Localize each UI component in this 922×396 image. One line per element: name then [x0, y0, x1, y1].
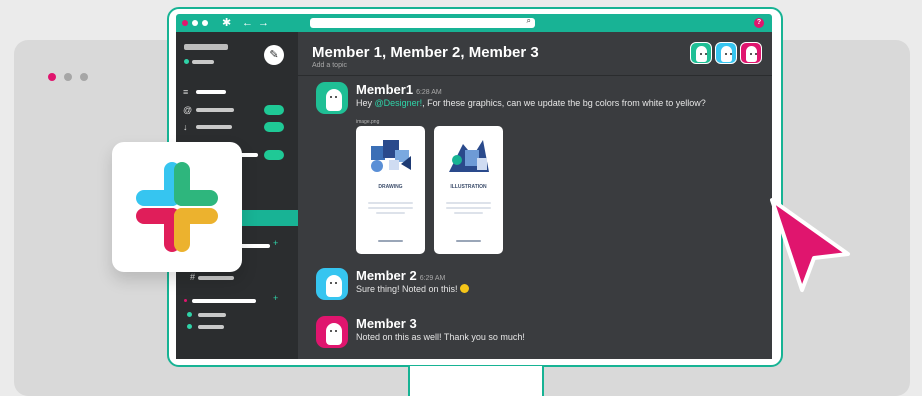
compose-icon[interactable]: ✎: [264, 45, 284, 65]
image-attachment[interactable]: ILLUSTRATION: [434, 126, 503, 254]
history-arrows[interactable]: ←→: [242, 16, 274, 30]
card-label: DRAWING: [378, 184, 403, 190]
unread-badge: [264, 150, 284, 160]
status-dot: [184, 299, 187, 302]
message-text: Hey @Designer!, For these graphics, can …: [356, 98, 706, 108]
card-footer: [456, 240, 481, 242]
sidebar-item-saved[interactable]: [196, 125, 232, 129]
card-label: ILLUSTRATION: [450, 184, 487, 190]
unread-badge: [264, 122, 284, 132]
text-line: [454, 212, 483, 214]
presence-dot: [184, 59, 189, 64]
avatar[interactable]: [690, 42, 712, 64]
hash-icon: #: [190, 272, 196, 282]
message-time: 6:28 AM: [416, 89, 442, 96]
message-author[interactable]: Member 2 6:29 AM: [356, 268, 445, 283]
slack-logo-tile: [112, 142, 242, 272]
text-line: [368, 207, 413, 209]
message-text: Noted on this as well! Thank you so much…: [356, 332, 525, 342]
card-footer: [378, 240, 403, 242]
window-controls[interactable]: [182, 20, 208, 26]
mention[interactable]: @Designer!: [375, 98, 423, 108]
sidebar-item-dm[interactable]: [198, 325, 224, 329]
text-line: [368, 202, 413, 204]
text-line: [446, 207, 491, 209]
avatar[interactable]: [316, 268, 348, 300]
sidebar-item-threads[interactable]: [196, 90, 226, 94]
search-input[interactable]: ⌕: [310, 16, 535, 28]
sidebar-item-channel[interactable]: [198, 276, 234, 280]
presence-dot: [187, 312, 192, 317]
saved-icon: ↓: [183, 122, 188, 132]
image-attachment[interactable]: DRAWING: [356, 126, 425, 254]
search-icon: ⌕: [526, 16, 531, 25]
workspace-name[interactable]: [184, 44, 228, 50]
text-line: [446, 202, 491, 204]
illustration-art: [449, 140, 489, 172]
unread-badge: [264, 105, 284, 115]
slack-logo-icon: [136, 162, 218, 252]
threads-icon: ≡: [183, 87, 189, 97]
sidebar-item-dm[interactable]: [192, 299, 256, 303]
avatar[interactable]: [715, 42, 737, 64]
avatar[interactable]: [316, 82, 348, 114]
message-author[interactable]: Member 3: [356, 316, 417, 331]
conversation-pane: Member 1, Member 2, Member 3 Add a topic…: [298, 32, 772, 359]
back-arrow-icon[interactable]: ←: [242, 17, 258, 29]
avatar[interactable]: [740, 42, 762, 64]
user-name: [192, 60, 214, 64]
drawing-illustration: [371, 140, 411, 172]
background-window-controls: [48, 73, 88, 81]
message-author[interactable]: Member1 6:28 AM: [356, 82, 442, 97]
channel-topic[interactable]: Add a topic: [312, 62, 347, 69]
channel-title[interactable]: Member 1, Member 2, Member 3: [312, 44, 539, 61]
text-line: [376, 212, 405, 214]
app-titlebar: ✱ ←→ ⌕ ?: [176, 14, 772, 32]
sidebar-item-dm[interactable]: [240, 244, 270, 248]
scene: ✱ ←→ ⌕ ? ✎ ≡ @ ↓ + # + Member 1, Member …: [0, 0, 922, 396]
mentions-icon: @: [183, 105, 193, 115]
file-name: image.png: [356, 119, 380, 125]
message-text: Sure thing! Noted on this!: [356, 284, 470, 294]
header-divider: [298, 75, 772, 76]
sidebar-item-channel[interactable]: [240, 153, 258, 157]
presence-dot: [187, 324, 192, 329]
avatar[interactable]: [316, 316, 348, 348]
help-icon[interactable]: ?: [754, 18, 764, 28]
add-icon[interactable]: +: [273, 293, 278, 303]
monitor-stand: [408, 366, 544, 396]
member-avatars[interactable]: [690, 42, 762, 64]
message-time: 6:29 AM: [419, 275, 446, 282]
forward-arrow-icon[interactable]: →: [258, 17, 274, 29]
smile-emoji-icon: [460, 284, 470, 293]
sidebar-item-mentions[interactable]: [196, 108, 234, 112]
sidebar-item-dm[interactable]: [198, 313, 226, 317]
pointer-cursor-icon: [770, 198, 850, 292]
add-icon[interactable]: +: [273, 238, 278, 248]
slack-icon: ✱: [222, 17, 232, 29]
